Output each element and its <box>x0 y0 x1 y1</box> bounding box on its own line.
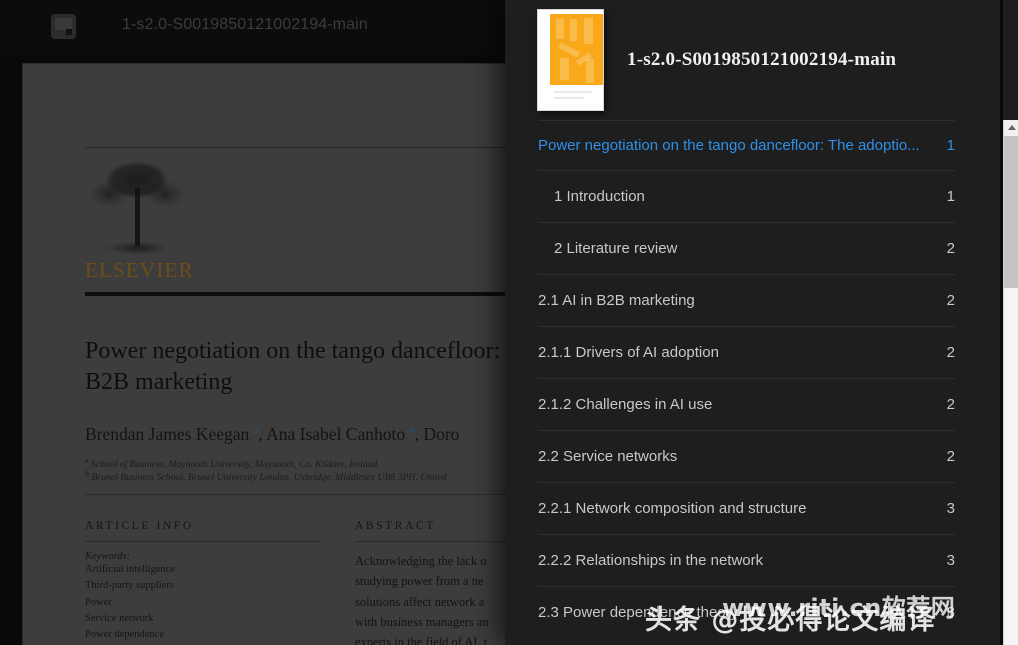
outline-list: Power negotiation on the tango dancefloo… <box>505 120 988 638</box>
author-1: Brendan James Keegan <box>85 424 254 444</box>
outline-item[interactable]: 2.2.2 Relationships in the network 3 <box>538 534 955 586</box>
application-window: 1-s2.0-S0019850121002194-main Industrial… <box>0 0 1018 645</box>
article-info-column: ARTICLE INFO Keywords: Artificial intell… <box>85 520 322 645</box>
keyword-item: Service network <box>85 611 322 627</box>
outline-item-label: 2 Literature review <box>538 240 689 257</box>
thumbnail-margin <box>538 10 550 110</box>
keyword-item: Power dependence <box>85 627 322 643</box>
outline-item-page: 1 <box>947 188 955 205</box>
elsevier-logo: ELSEVIER <box>85 158 193 280</box>
app-icon-dot <box>66 29 72 35</box>
outline-panel: 1-s2.0-S0019850121002194-main Power nego… <box>505 0 1018 645</box>
outline-item[interactable]: 2 Literature review 2 <box>538 222 955 274</box>
outline-item-page: 1 <box>947 137 955 154</box>
keyword-item: Power <box>85 595 322 611</box>
outline-item-label: 1 Introduction <box>538 188 657 205</box>
outline-panel-header: 1-s2.0-S0019850121002194-main <box>505 0 1018 120</box>
outline-item[interactable]: 2.2.1 Network composition and structure 3 <box>538 482 955 534</box>
outline-item-page: 2 <box>947 344 955 361</box>
outline-item-root[interactable]: Power negotiation on the tango dancefloo… <box>538 120 955 170</box>
outline-item-page: 2 <box>947 292 955 309</box>
outline-item-label: 2.2.1 Network composition and structure <box>538 500 818 517</box>
outline-item-label: 2.2.2 Relationships in the network <box>538 552 775 569</box>
thumbnail-footer <box>550 85 603 107</box>
outline-item[interactable]: 2.2 Service networks 2 <box>538 430 955 482</box>
outline-item-page: 2 <box>947 448 955 465</box>
elsevier-tree-icon <box>85 158 189 254</box>
author-3-partial: , Doro <box>415 424 460 444</box>
outline-item[interactable]: 2.1.1 Drivers of AI adoption 2 <box>538 326 955 378</box>
elsevier-wordmark: ELSEVIER <box>85 258 194 283</box>
outline-item-page: 3 <box>947 604 955 621</box>
outline-item[interactable]: 2.1 AI in B2B marketing 2 <box>538 274 955 326</box>
outline-scrollbar[interactable] <box>1003 120 1018 645</box>
keywords-label: Keywords: <box>85 551 322 562</box>
outline-item-page: 2 <box>947 396 955 413</box>
scrollbar-thumb[interactable] <box>1004 136 1018 288</box>
outline-panel-title: 1-s2.0-S0019850121002194-main <box>627 49 896 71</box>
outline-item-label: 2.1.2 Challenges in AI use <box>538 396 724 413</box>
outline-item-label: 2.2 Service networks <box>538 448 689 465</box>
outline-item-page: 3 <box>947 552 955 569</box>
outline-item[interactable]: 2.3 Power dependence theory 3 <box>538 586 955 638</box>
outline-item-page: 3 <box>947 500 955 517</box>
author-sep-1: , Ana Isabel Canhoto <box>258 424 409 444</box>
app-window-icon <box>51 14 76 39</box>
outline-item-label: 2.1.1 Drivers of AI adoption <box>538 344 731 361</box>
document-thumbnail[interactable] <box>537 9 604 111</box>
outline-item[interactable]: 1 Introduction 1 <box>538 170 955 222</box>
article-info-heading: ARTICLE INFO <box>85 520 322 532</box>
window-title: 1-s2.0-S0019850121002194-main <box>122 16 368 34</box>
scroll-up-arrow-icon[interactable] <box>1004 120 1018 135</box>
outline-item-label: Power negotiation on the tango dancefloo… <box>538 137 932 154</box>
outline-panel-body[interactable]: Power negotiation on the tango dancefloo… <box>505 120 1018 645</box>
outline-item[interactable]: 2.1.2 Challenges in AI use 2 <box>538 378 955 430</box>
keyword-item: Artificial intelligence <box>85 562 322 578</box>
outline-item-label: 2.1 AI in B2B marketing <box>538 292 707 309</box>
paper-title-line2: B2B marketing <box>85 369 232 395</box>
outline-item-page: 2 <box>947 240 955 257</box>
thumbnail-cover-art <box>550 14 603 88</box>
keywords-list: Artificial intelligenceThird-party suppl… <box>85 562 322 645</box>
article-info-rule <box>85 541 322 542</box>
keyword-item: Third-party suppliers <box>85 578 322 594</box>
outline-item-label: 2.3 Power dependence theory <box>538 604 750 621</box>
affiliation-b-text: Brunel Business School, Brunel Universit… <box>89 472 447 483</box>
